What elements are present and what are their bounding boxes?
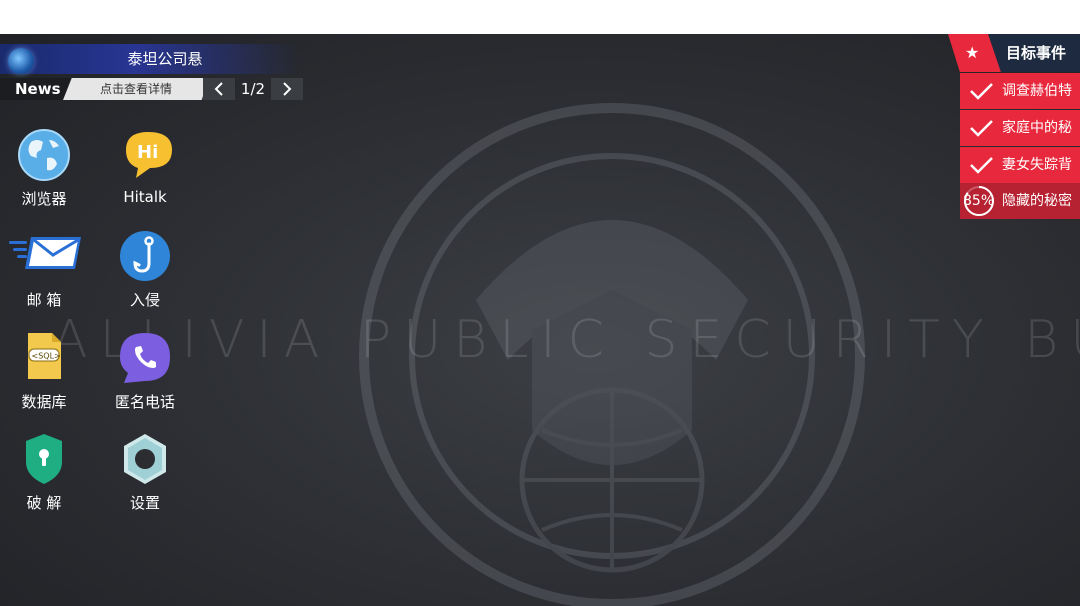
objective-item[interactable]: 调查赫伯特 bbox=[960, 73, 1080, 109]
news-prev-button[interactable] bbox=[203, 78, 235, 100]
star-icon: ★ bbox=[965, 43, 980, 62]
app-anonymous-call[interactable]: 匿名电话 bbox=[100, 331, 190, 412]
check-icon bbox=[970, 120, 993, 137]
app-browser[interactable]: 浏览器 bbox=[0, 128, 89, 209]
check-icon bbox=[970, 83, 993, 100]
objective-item-in-progress[interactable]: 85% 隐藏的秘密 bbox=[960, 183, 1080, 219]
app-label: 破 解 bbox=[26, 494, 62, 512]
objective-text: 隐藏的秘密 bbox=[1002, 193, 1072, 209]
keyhole-shield-icon bbox=[17, 432, 71, 486]
app-mail[interactable]: 邮 箱 bbox=[0, 229, 89, 310]
app-label: 浏览器 bbox=[21, 190, 67, 208]
news-page-indicator: 1/2 bbox=[240, 80, 266, 98]
svg-text:Hi: Hi bbox=[137, 142, 158, 163]
app-crack[interactable]: 破 解 bbox=[0, 432, 89, 513]
phone-icon bbox=[118, 331, 172, 385]
app-intrude[interactable]: 入侵 bbox=[100, 229, 190, 310]
app-label: Hitalk bbox=[123, 188, 167, 206]
globe-icon bbox=[17, 128, 71, 182]
desktop: ALLIVIA PUBLIC SECURITY BUREAU 泰坦公司悬 New… bbox=[0, 34, 1080, 606]
app-settings[interactable]: 设置 bbox=[100, 432, 190, 513]
app-label: 数据库 bbox=[21, 393, 67, 411]
app-label: 设置 bbox=[129, 494, 160, 512]
app-hitalk[interactable]: Hi Hitalk bbox=[100, 128, 190, 206]
news-header[interactable]: 泰坦公司悬 bbox=[0, 44, 300, 74]
objective-item[interactable]: 家庭中的秘 bbox=[960, 110, 1080, 146]
objectives-title: 目标事件 bbox=[1006, 44, 1067, 62]
watermark-text: ALLIVIA PUBLIC SECURITY BUREAU bbox=[52, 310, 1080, 370]
hitalk-icon: Hi bbox=[118, 128, 172, 182]
sql-file-icon: <SQL> bbox=[17, 331, 71, 385]
app-database[interactable]: <SQL> 数据库 bbox=[0, 331, 89, 412]
hook-icon bbox=[118, 229, 172, 283]
app-label: 邮 箱 bbox=[26, 291, 62, 309]
app-label: 入侵 bbox=[129, 291, 160, 309]
mail-icon bbox=[9, 229, 81, 283]
objective-item[interactable]: 妻女失踪背 bbox=[960, 147, 1080, 183]
svg-text:<SQL>: <SQL> bbox=[32, 352, 61, 361]
news-next-button[interactable] bbox=[271, 78, 303, 100]
objective-text: 调查赫伯特 bbox=[1002, 83, 1072, 99]
chevron-right-icon bbox=[283, 82, 292, 96]
objectives-header[interactable]: ★ 目标事件 bbox=[948, 34, 1080, 72]
news-tag: News bbox=[0, 78, 70, 100]
check-icon bbox=[970, 157, 993, 174]
chevron-left-icon bbox=[214, 82, 223, 96]
news-detail-button[interactable]: 点击查看详情 bbox=[63, 78, 209, 100]
objective-text: 妻女失踪背 bbox=[1002, 157, 1072, 173]
objective-progress: 85% bbox=[963, 193, 995, 209]
objective-text: 家庭中的秘 bbox=[1002, 120, 1072, 136]
app-label: 匿名电话 bbox=[114, 393, 175, 411]
news-headline[interactable]: 泰坦公司悬 bbox=[0, 44, 300, 74]
settings-icon bbox=[118, 432, 172, 486]
